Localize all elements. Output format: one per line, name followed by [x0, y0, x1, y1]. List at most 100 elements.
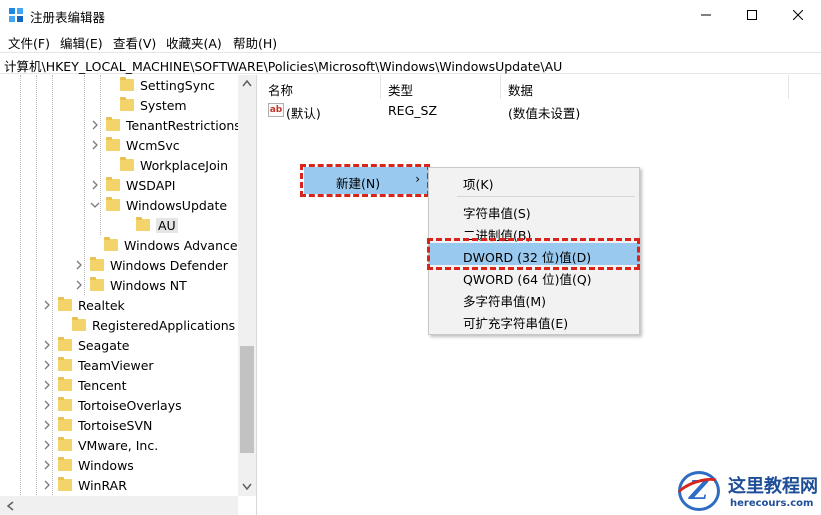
value-name-cell[interactable]: (默认) [286, 103, 321, 122]
tree-item-label: Windows [78, 457, 134, 473]
folder-icon [58, 397, 72, 411]
chevron-right-icon[interactable] [42, 460, 52, 470]
tree-item[interactable]: Windows NT [74, 275, 187, 295]
chevron-right-icon[interactable] [42, 360, 52, 370]
scroll-down-icon[interactable] [242, 483, 252, 491]
tree-item[interactable]: SettingSync [104, 75, 215, 95]
chevron-right-icon[interactable] [42, 300, 52, 310]
folder-icon [120, 97, 134, 111]
menu-edit[interactable]: 编辑(E) [60, 33, 103, 52]
tree-item-label: WcmSvc [126, 137, 180, 153]
tree-item[interactable]: Tencent [42, 375, 127, 395]
annotation-highlight-box [427, 238, 640, 270]
submenu-item-expandable-string-value[interactable]: 可扩充字符串值(E) [429, 309, 639, 331]
chevron-right-icon[interactable] [74, 280, 84, 290]
chevron-right-icon[interactable] [74, 260, 84, 270]
window-title: 注册表编辑器 [30, 10, 106, 25]
tree-item[interactable]: TortoiseSVN [42, 415, 152, 435]
chevron-right-icon[interactable] [42, 380, 52, 390]
chevron-right-icon[interactable] [90, 180, 100, 190]
folder-icon [136, 217, 150, 231]
tree-item-label: Seagate [78, 337, 130, 353]
tree-item-label: WinRAR [78, 477, 127, 493]
submenu-item-string-value[interactable]: 字符串值(S) [429, 199, 639, 221]
column-header-data[interactable]: 数据 [508, 75, 533, 99]
scroll-up-icon[interactable] [242, 79, 252, 87]
menu-view[interactable]: 查看(V) [113, 33, 156, 52]
column-header-name[interactable]: 名称 [268, 75, 293, 99]
tree-item[interactable]: VMware, Inc. [42, 435, 158, 455]
menu-file[interactable]: 文件(F) [8, 33, 50, 52]
chevron-right-icon[interactable] [90, 140, 100, 150]
tree-item-label: WindowsUpdate [126, 197, 228, 213]
menu-help[interactable]: 帮助(H) [233, 33, 277, 52]
chevron-right-icon[interactable] [42, 420, 52, 430]
tree-item-label: VMware, Inc. [78, 437, 159, 453]
submenu-item-label: 项(K) [463, 177, 494, 192]
scroll-left-icon[interactable] [6, 501, 14, 511]
folder-icon [58, 297, 72, 311]
tree-item[interactable]: Windows Advanced [88, 235, 246, 255]
tree-item[interactable]: TortoiseOverlays [42, 395, 182, 415]
tree-item-label: WorkplaceJoin [140, 157, 229, 173]
submenu-item-key[interactable]: 项(K) [429, 170, 639, 192]
tree-item-label: Realtek [78, 297, 125, 313]
minimize-button[interactable] [683, 0, 729, 30]
tree-item[interactable]: Windows [42, 455, 134, 475]
menu-favorites[interactable]: 收藏夹(A) [166, 33, 222, 52]
tree-item[interactable]: Windows Defender [74, 255, 228, 275]
submenu-item-label: QWORD (64 位)值(Q) [463, 272, 592, 287]
tree-horizontal-scrollbar[interactable] [0, 496, 238, 515]
chevron-right-icon[interactable] [42, 480, 52, 490]
column-header-type[interactable]: 类型 [388, 75, 413, 99]
tree-item[interactable]: Realtek [42, 295, 125, 315]
column-separator[interactable] [380, 75, 381, 99]
folder-icon [90, 257, 104, 271]
tree-item[interactable]: WinRAR [42, 475, 127, 495]
watermark-logo: Z 这里教程网 herecours.com [671, 470, 821, 515]
value-data-cell: (数值未设置) [508, 106, 581, 121]
maximize-button[interactable] [729, 0, 775, 30]
scrollbar-thumb[interactable] [240, 346, 254, 453]
tree-item[interactable]: WSDAPI [90, 175, 175, 195]
address-bar[interactable]: 计算机\HKEY_LOCAL_MACHINE\SOFTWARE\Policies… [0, 52, 821, 74]
tree-item-label: Windows Defender [110, 257, 228, 273]
column-separator[interactable] [500, 75, 501, 99]
chevron-right-icon[interactable] [42, 440, 52, 450]
tree-item[interactable]: RegisteredApplications [56, 315, 235, 335]
folder-icon [58, 477, 72, 491]
folder-icon [120, 157, 134, 171]
tree-item[interactable]: Seagate [42, 335, 129, 355]
chevron-right-icon[interactable] [42, 400, 52, 410]
close-button[interactable] [775, 0, 821, 30]
tree-vertical-scrollbar[interactable] [238, 75, 256, 496]
folder-icon [72, 317, 86, 331]
tree-item[interactable]: TenantRestrictions [90, 115, 241, 135]
tree-item[interactable]: WcmSvc [90, 135, 180, 155]
chevron-right-icon[interactable] [42, 340, 52, 350]
tree-item[interactable]: TeamViewer [42, 355, 154, 375]
tree-item-label: TenantRestrictions [126, 117, 241, 133]
tree-guide-line [20, 75, 21, 515]
folder-icon [58, 337, 72, 351]
tree-item[interactable]: WorkplaceJoin [104, 155, 228, 175]
column-separator[interactable] [788, 75, 789, 99]
close-icon [793, 10, 803, 20]
registry-app-icon [9, 8, 23, 22]
tree-item[interactable]: WindowsUpdate [90, 195, 227, 215]
folder-icon [90, 277, 104, 291]
key-tree-pane: SettingSync System TenantRestrictions WcmSv… [0, 75, 257, 515]
chevron-down-icon[interactable] [90, 200, 100, 210]
tree-item[interactable]: System [104, 95, 187, 115]
tree-item-label: TortoiseOverlays [78, 397, 182, 413]
minimize-icon [701, 14, 711, 16]
folder-icon [120, 77, 134, 91]
tree-item-label: RegisteredApplications [92, 317, 236, 333]
chevron-right-icon[interactable] [90, 120, 100, 130]
folder-icon [58, 437, 72, 451]
tree-item-label: Tencent [78, 377, 127, 393]
string-value-icon: ab [268, 103, 284, 117]
submenu-item-multi-string-value[interactable]: 多字符串值(M) [429, 287, 639, 309]
submenu-item-label: 多字符串值(M) [463, 294, 547, 309]
tree-item[interactable]: AU [120, 215, 178, 235]
